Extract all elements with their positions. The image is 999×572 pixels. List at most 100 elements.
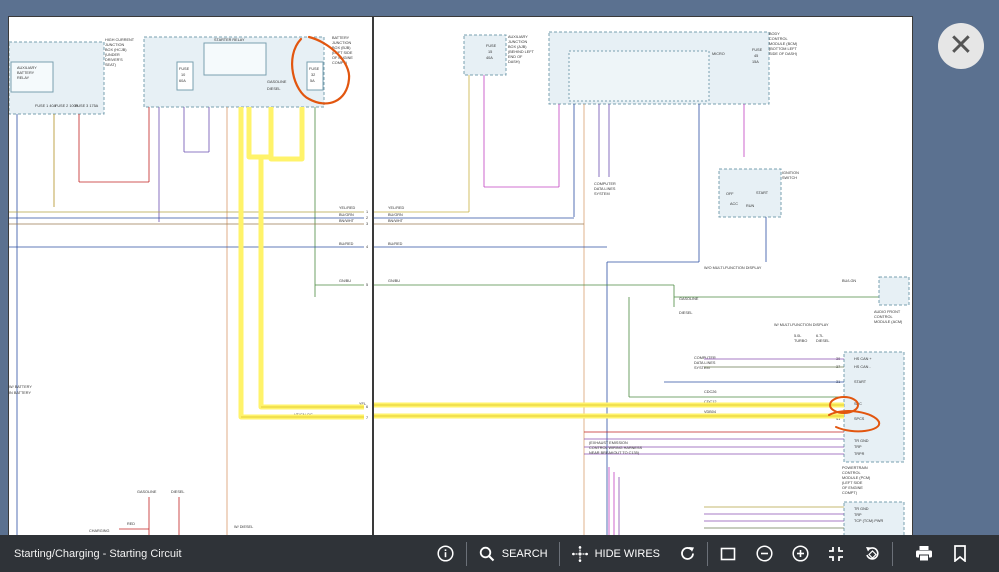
svg-text:TRP: TRP <box>854 445 862 449</box>
svg-text:BU/GRN: BU/GRN <box>388 213 403 217</box>
diagram-viewer[interactable]: HIGH CURRENT JUNCTION BOX (HCJB) (UNDER … <box>0 0 999 572</box>
zoom-out-button[interactable] <box>746 535 782 572</box>
svg-text:SWITCH: SWITCH <box>782 176 797 180</box>
svg-text:TRPR: TRPR <box>854 452 865 456</box>
svg-text:FUSE: FUSE <box>486 44 497 48</box>
search-label: SEARCH <box>501 547 548 560</box>
svg-text:AUXILIARY: AUXILIARY <box>508 35 528 39</box>
svg-text:END OF: END OF <box>508 55 523 59</box>
svg-text:BOX (BJB): BOX (BJB) <box>332 46 351 50</box>
svg-text:BU/GRN: BU/GRN <box>339 213 354 217</box>
bcm-label: BODY CONTROL MODULE (BCM) (BOTTOM LEFT S… <box>769 32 798 56</box>
svg-text:DIESEL: DIESEL <box>816 339 830 343</box>
svg-text:32: 32 <box>311 73 315 77</box>
svg-text:START: START <box>756 191 769 195</box>
svg-text:RED: RED <box>127 522 135 526</box>
svg-text:DIESEL: DIESEL <box>679 311 693 315</box>
left-pin-labels: 1 2 3 4 5 6 7 <box>366 210 368 420</box>
svg-text:W/O MULTI-FUNCTION DISPLAY: W/O MULTI-FUNCTION DISPLAY <box>704 266 762 270</box>
svg-text:OFF: OFF <box>726 192 734 196</box>
svg-text:TRP: TRP <box>854 513 862 517</box>
fit-width-button[interactable] <box>818 535 854 572</box>
svg-text:BOX (HCJB): BOX (HCJB) <box>105 48 127 52</box>
svg-text:BATTERY: BATTERY <box>332 36 350 40</box>
svg-text:CONTROL: CONTROL <box>769 37 788 41</box>
zoom-in-icon <box>791 545 809 563</box>
audio-front-control-module <box>878 276 910 306</box>
svg-text:45: 45 <box>754 54 758 58</box>
svg-text:YEL/RED: YEL/RED <box>339 206 356 210</box>
wiring-diagram-left: HIGH CURRENT JUNCTION BOX (HCJB) (UNDER … <box>9 35 368 539</box>
svg-text:HIGH CURRENT: HIGH CURRENT <box>105 38 135 42</box>
svg-text:SEAT): SEAT) <box>105 63 117 67</box>
info-button[interactable] <box>428 535 464 572</box>
ajb-box <box>463 34 507 76</box>
rotate-button[interactable] <box>854 535 890 572</box>
refresh-button[interactable] <box>669 535 705 572</box>
right-wire-labels: YEL/RED BU/GRN BN/WHT BU/RED GN/BU YEL V… <box>388 206 405 417</box>
close-button[interactable]: ✕ <box>938 23 984 69</box>
svg-text:SIDE OF DASH): SIDE OF DASH) <box>769 52 798 56</box>
svg-text:GASOLINE: GASOLINE <box>137 490 157 494</box>
svg-text:BU/LGN: BU/LGN <box>842 279 856 283</box>
svg-text:DATA LINES: DATA LINES <box>694 361 716 365</box>
svg-text:AUXILIARY: AUXILIARY <box>17 66 37 70</box>
svg-text:FUSE 1 40A: FUSE 1 40A <box>35 104 57 108</box>
svg-text:AUDIO FRONT: AUDIO FRONT <box>874 310 901 314</box>
svg-text:40A: 40A <box>486 56 493 60</box>
compress-icon <box>827 545 845 563</box>
svg-text:DRIVER'S: DRIVER'S <box>105 58 123 62</box>
hide-wires-button[interactable]: HIDE WIRES <box>562 535 669 572</box>
svg-text:FUSE: FUSE <box>752 48 763 52</box>
svg-text:OF ENGINE: OF ENGINE <box>842 486 863 490</box>
bookmark-button[interactable] <box>942 535 999 572</box>
svg-text:COMPUTER: COMPUTER <box>594 182 616 186</box>
svg-text:FUSE: FUSE <box>179 67 190 71</box>
refresh-icon <box>678 545 696 563</box>
svg-text:MODULE (ACM): MODULE (ACM) <box>874 320 903 324</box>
svg-text:FUSE 3 175A: FUSE 3 175A <box>75 104 99 108</box>
svg-text:IN BATTERY: IN BATTERY <box>9 391 31 395</box>
info-icon <box>437 545 455 563</box>
svg-text:(BEHIND LEFT: (BEHIND LEFT <box>508 50 535 54</box>
svg-text:10: 10 <box>181 73 185 77</box>
svg-text:(UNDER: (UNDER <box>105 53 120 57</box>
svg-text:IGNITION: IGNITION <box>782 171 799 175</box>
svg-text:CHARGING: CHARGING <box>89 529 110 533</box>
search-icon <box>478 545 496 563</box>
hcjb-label: HIGH CURRENT JUNCTION BOX (HCJB) (UNDER … <box>105 38 135 67</box>
svg-text:W/ BATTERY: W/ BATTERY <box>9 385 32 389</box>
svg-text:YEL/RED: YEL/RED <box>388 206 405 210</box>
zoom-in-button[interactable] <box>782 535 818 572</box>
svg-text:5: 5 <box>366 283 368 287</box>
wiring-diagram-right: FUSE 15 40A AUXILIARY JUNCTION BOX (AJB)… <box>374 31 910 539</box>
svg-text:MODULE (PCM): MODULE (PCM) <box>842 476 871 480</box>
toolbar-divider <box>892 541 893 566</box>
svg-text:4: 4 <box>366 245 368 249</box>
toolbar-divider <box>558 541 560 566</box>
svg-text:DATA LINES: DATA LINES <box>594 187 616 191</box>
svg-text:SYSTEM: SYSTEM <box>594 192 610 196</box>
svg-text:JUNCTION: JUNCTION <box>105 43 124 47</box>
print-button[interactable] <box>895 535 942 572</box>
svg-text:BOX (AJB): BOX (AJB) <box>508 45 527 49</box>
search-button[interactable]: SEARCH <box>469 535 557 572</box>
bookmark-icon <box>951 545 969 563</box>
svg-text:GASOLINE: GASOLINE <box>679 297 699 301</box>
svg-text:HS CAN -: HS CAN - <box>854 365 871 369</box>
svg-text:VDB04: VDB04 <box>704 410 716 414</box>
svg-text:RUN: RUN <box>746 204 754 208</box>
svg-text:COMPT): COMPT) <box>842 491 858 495</box>
svg-text:BU/RED: BU/RED <box>388 242 403 246</box>
bottom-toolbar: Starting/Charging - Starting Circuit SEA… <box>0 535 999 572</box>
print-icon <box>915 545 933 563</box>
svg-text:ACC: ACC <box>730 202 738 206</box>
svg-text:TR GND: TR GND <box>854 439 869 443</box>
svg-text:NEAR BREAKOUT TO C135): NEAR BREAKOUT TO C135) <box>589 451 640 455</box>
bcm-micro <box>568 50 710 102</box>
fit-page-button[interactable] <box>710 535 746 572</box>
left-wire-labels: YEL/RED BU/GRN BN/WHT BU/RED GN/BU YEL V… <box>294 206 366 417</box>
svg-text:DIESEL: DIESEL <box>267 87 281 91</box>
svg-text:(EXHAUST EMISSION: (EXHAUST EMISSION <box>589 441 628 445</box>
svg-text:MICRO: MICRO <box>712 52 725 56</box>
